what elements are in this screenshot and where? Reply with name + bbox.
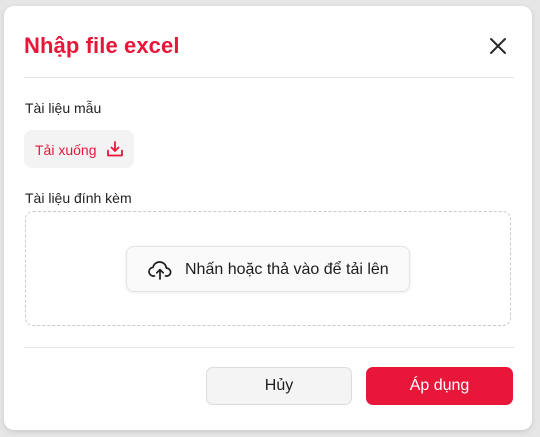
close-icon: [490, 38, 506, 54]
download-template-button[interactable]: Tải xuống: [24, 130, 134, 168]
upload-button-label: Nhấn hoặc thả vào để tải lên: [185, 261, 389, 278]
cloud-upload-icon: [148, 261, 172, 280]
dialog-title: Nhập file excel: [24, 33, 180, 58]
footer-divider: [24, 347, 514, 348]
attachment-section-label: Tài liệu đính kèm: [25, 190, 132, 206]
cancel-button[interactable]: Hủy: [206, 367, 352, 405]
close-button[interactable]: [486, 34, 510, 58]
template-section-label: Tài liệu mẫu: [25, 100, 102, 116]
import-excel-dialog: Nhập file excel Tài liệu mẫu Tải xuống T…: [4, 6, 532, 430]
upload-button[interactable]: Nhấn hoặc thả vào để tải lên: [126, 246, 410, 292]
download-icon: [107, 141, 123, 157]
apply-button[interactable]: Áp dụng: [366, 367, 513, 405]
header-divider: [24, 77, 514, 78]
download-button-label: Tải xuống: [35, 142, 97, 158]
